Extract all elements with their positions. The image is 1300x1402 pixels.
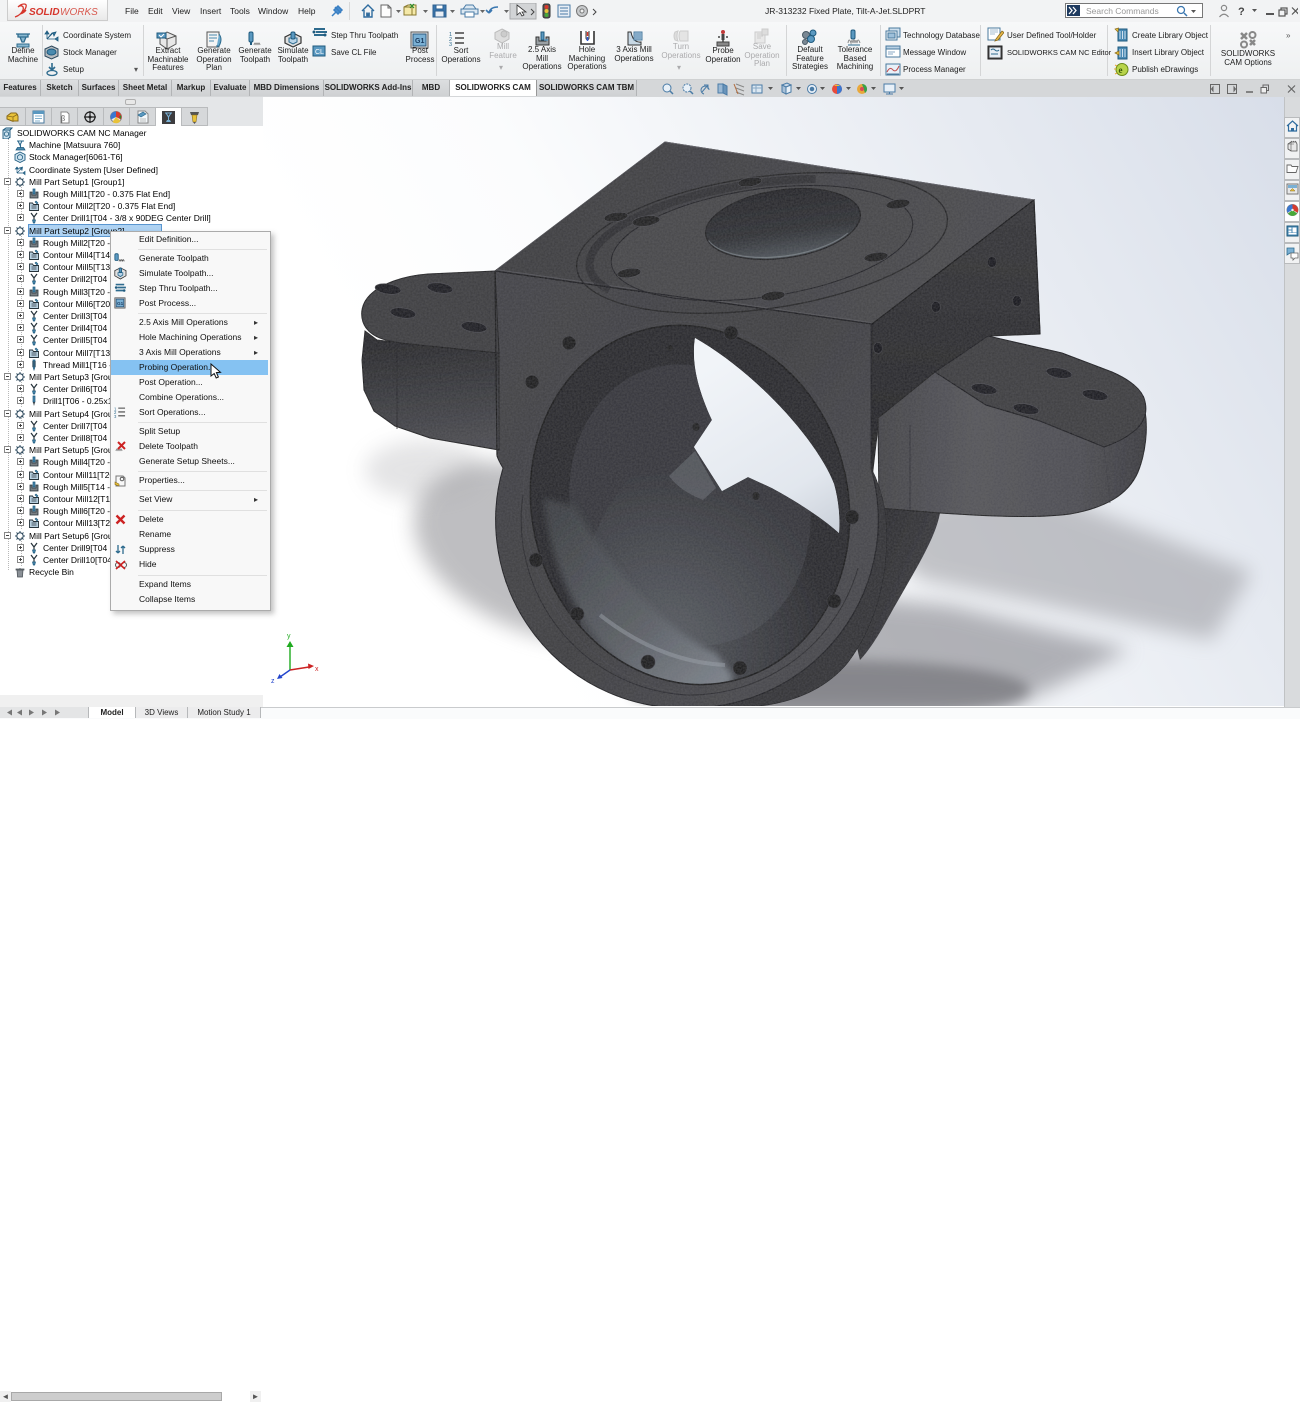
svg-text:e: e bbox=[1119, 65, 1123, 75]
svg-text:y: y bbox=[287, 633, 291, 640]
svg-text:x: x bbox=[315, 666, 319, 673]
svg-text:?: ? bbox=[1238, 6, 1245, 18]
svg-text:3: 3 bbox=[114, 414, 117, 419]
svg-text:SOLID: SOLID bbox=[29, 7, 60, 18]
svg-text:CL: CL bbox=[315, 49, 324, 56]
svg-text:G1: G1 bbox=[415, 38, 424, 45]
svg-text:WORKS: WORKS bbox=[60, 7, 98, 18]
svg-text:β: β bbox=[61, 114, 65, 123]
svg-text:G1: G1 bbox=[117, 301, 124, 306]
svg-text:z: z bbox=[271, 678, 275, 685]
